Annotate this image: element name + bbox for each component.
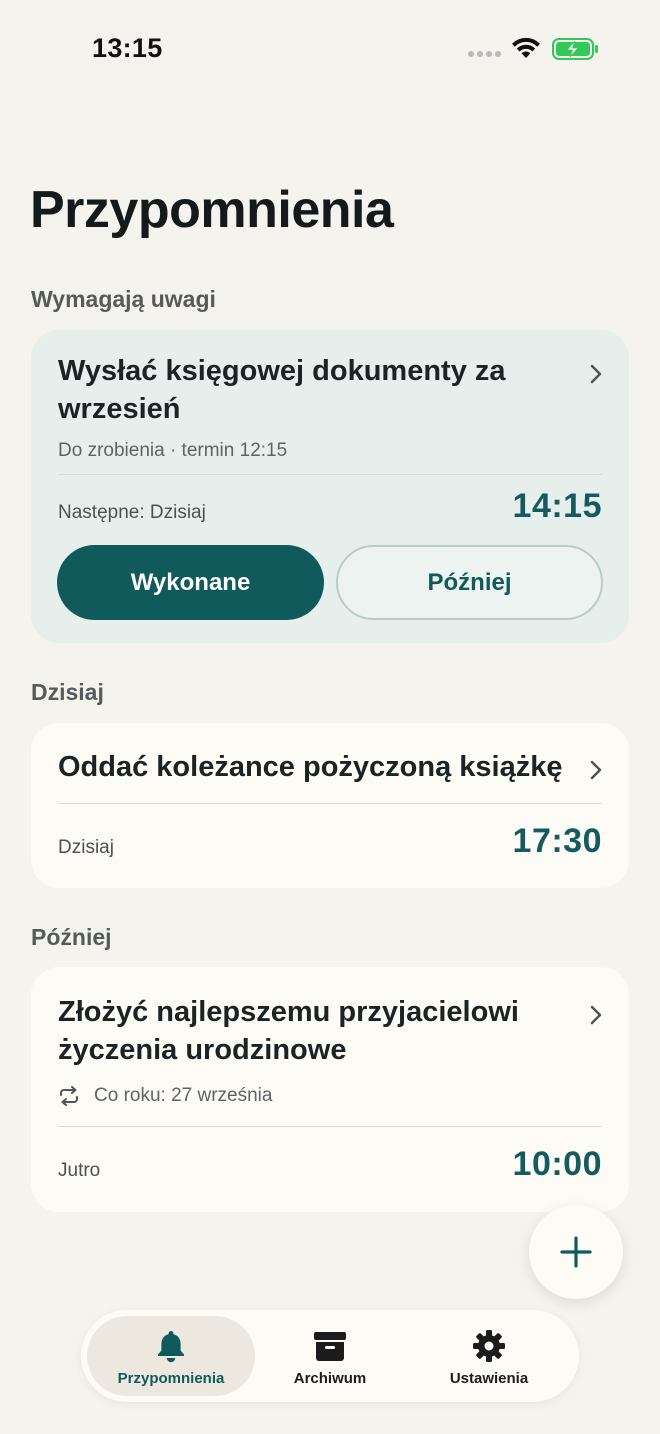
tab-settings[interactable]: Ustawienia bbox=[405, 1316, 573, 1396]
reminder-day: Dzisiaj bbox=[58, 837, 114, 858]
cellular-signal-icon bbox=[468, 51, 501, 57]
reminder-title: Złożyć najlepszemu przyjacielowi życzeni… bbox=[58, 996, 519, 1066]
reminder-time: 14:15 bbox=[512, 487, 602, 525]
tab-bar: Przypomnienia Archiwum Ustawienia bbox=[81, 1310, 579, 1402]
page-title: Przypomnienia bbox=[30, 181, 394, 239]
reminder-status: Do zrobienia · termin 12:15 bbox=[58, 440, 288, 461]
plus-icon bbox=[560, 1236, 592, 1268]
tab-label: Przypomnienia bbox=[117, 1370, 225, 1387]
card-divider bbox=[58, 1126, 602, 1127]
snooze-button[interactable]: Później bbox=[336, 545, 603, 620]
gear-icon bbox=[473, 1330, 505, 1362]
tab-archive[interactable]: Archiwum bbox=[246, 1316, 414, 1396]
bell-icon bbox=[158, 1331, 184, 1363]
chevron-right-icon bbox=[590, 760, 602, 780]
tab-label: Ustawienia bbox=[449, 1370, 529, 1387]
reminder-next: Następne: Dzisiaj bbox=[58, 502, 206, 523]
repeat-text: Co roku: 27 września bbox=[94, 1085, 273, 1106]
reminder-card-later[interactable]: Złożyć najlepszemu przyjacielowi życzeni… bbox=[31, 967, 629, 1212]
section-label-today: Dzisiaj bbox=[31, 679, 104, 705]
reminder-title: Wysłać księgowej dokumenty za wrzesień bbox=[58, 355, 506, 425]
repeat-info: Co roku: 27 września bbox=[58, 1085, 272, 1107]
repeat-icon bbox=[60, 1086, 78, 1106]
reminder-title: Oddać koleżance pożyczoną książkę bbox=[58, 751, 563, 783]
add-reminder-button[interactable] bbox=[529, 1205, 623, 1299]
section-label-attention: Wymagają uwagi bbox=[31, 286, 216, 312]
reminder-time: 17:30 bbox=[512, 822, 602, 860]
reminder-time: 10:00 bbox=[512, 1145, 602, 1183]
archive-icon bbox=[314, 1332, 346, 1361]
status-bar: 13:15 bbox=[0, 0, 660, 100]
chevron-right-icon bbox=[590, 364, 602, 384]
reminder-card-attention[interactable]: Wysłać księgowej dokumenty za wrzesień D… bbox=[31, 330, 629, 643]
tab-reminders[interactable]: Przypomnienia bbox=[87, 1316, 255, 1396]
card-divider bbox=[58, 803, 602, 804]
card-divider bbox=[58, 474, 602, 475]
battery-charging-icon bbox=[552, 38, 598, 60]
reminder-card-today[interactable]: Oddać koleżance pożyczoną książkę Dzisia… bbox=[31, 723, 629, 888]
status-time: 13:15 bbox=[92, 33, 163, 63]
done-button[interactable]: Wykonane bbox=[57, 545, 324, 620]
section-label-later: Później bbox=[31, 924, 112, 950]
tab-label: Archiwum bbox=[293, 1370, 367, 1387]
reminders-screen: 13:15 Przypomnienia Wymagają uwagi Wysła… bbox=[0, 0, 660, 1434]
reminder-day: Jutro bbox=[58, 1160, 101, 1181]
chevron-right-icon bbox=[590, 1005, 602, 1025]
wifi-icon bbox=[512, 37, 540, 58]
